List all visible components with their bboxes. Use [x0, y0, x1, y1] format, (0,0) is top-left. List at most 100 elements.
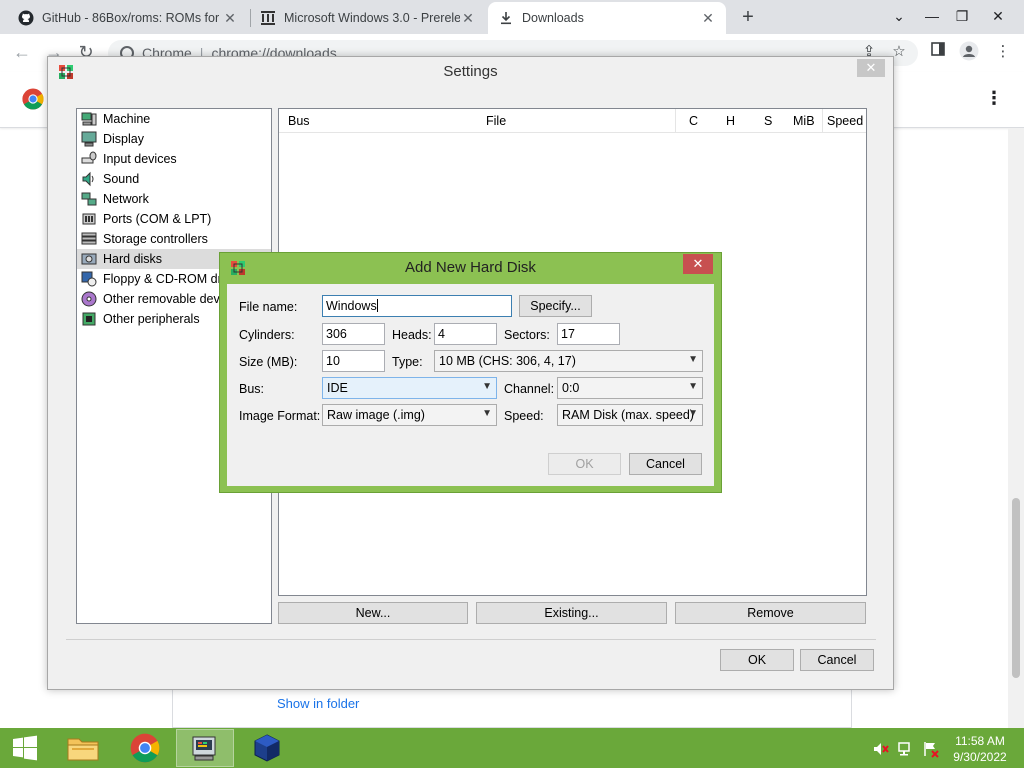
folder-icon: [67, 738, 99, 761]
tab-github[interactable]: GitHub - 86Box/roms: ROMs for ✕: [8, 2, 248, 34]
type-value: 10 MB (CHS: 306, 4, 17): [439, 354, 576, 368]
file-name-value: Windows: [326, 299, 377, 313]
86box-taskbar-button[interactable]: [176, 729, 234, 767]
column-c[interactable]: C: [689, 114, 698, 128]
network-tray-icon[interactable]: [897, 740, 915, 758]
download-item-card: [172, 688, 852, 728]
sectors-label: Sectors:: [504, 328, 550, 342]
column-h[interactable]: H: [726, 114, 735, 128]
removable-devices-icon: [81, 291, 97, 307]
image-format-value: Raw image (.img): [327, 408, 425, 422]
ports-icon: [82, 213, 96, 225]
category-ports[interactable]: Ports (COM & LPT): [77, 209, 271, 229]
category-label: Hard disks: [103, 252, 163, 266]
chevron-down-icon: ▼: [482, 381, 492, 392]
minimize-icon[interactable]: —: [918, 3, 946, 29]
column-speed[interactable]: Speed: [827, 114, 863, 128]
category-sound[interactable]: Sound: [77, 169, 271, 189]
new-tab-button[interactable]: +: [738, 6, 758, 28]
cube-app-icon: [254, 734, 280, 762]
category-display[interactable]: Display: [77, 129, 271, 149]
new-hard-disk-button[interactable]: New...: [278, 602, 468, 624]
heads-label: Heads:: [392, 328, 432, 342]
chrome-taskbar-button[interactable]: [116, 729, 174, 767]
profile-avatar[interactable]: [958, 41, 980, 63]
chrome-menu-icon[interactable]: ⋮: [992, 41, 1014, 63]
sectors-input[interactable]: 17: [557, 323, 620, 345]
category-label: Other peripherals: [103, 312, 200, 326]
settings-close-button[interactable]: ✕: [857, 59, 885, 77]
add-hard-disk-ok-button[interactable]: OK: [548, 453, 621, 475]
category-label: Display: [103, 132, 144, 146]
back-icon[interactable]: ←: [10, 40, 34, 64]
bus-select[interactable]: IDE ▼: [322, 377, 497, 399]
category-input-devices[interactable]: Input devices: [77, 149, 271, 169]
tab-downloads[interactable]: Downloads ✕: [488, 2, 726, 34]
other-peripherals-icon: [82, 312, 96, 326]
floppy-cdrom-icon: [81, 271, 97, 287]
86box-manager-icon: [192, 736, 216, 761]
github-icon: [18, 10, 34, 26]
heads-input[interactable]: 4: [434, 323, 497, 345]
add-hard-disk-close-button[interactable]: ✕: [683, 254, 713, 274]
size-label: Size (MB):: [239, 355, 298, 369]
close-tab-icon[interactable]: ✕: [222, 10, 238, 27]
type-select[interactable]: 10 MB (CHS: 306, 4, 17) ▼: [434, 350, 703, 372]
settings-ok-button[interactable]: OK: [720, 649, 794, 671]
category-label: Machine: [103, 112, 151, 126]
clock-time: 11:58 AM: [955, 734, 1005, 748]
category-label: Storage controllers: [103, 232, 208, 246]
category-network[interactable]: Network: [77, 189, 271, 209]
downloads-more-icon[interactable]: ⋮: [985, 88, 1003, 109]
system-clock[interactable]: 11:58 AM 9/30/2022: [940, 733, 1020, 765]
hard-disks-icon: [81, 253, 97, 265]
cylinders-input[interactable]: 306: [322, 323, 385, 345]
size-input[interactable]: 10: [322, 350, 385, 372]
divider: [66, 639, 876, 640]
volume-muted-icon[interactable]: [872, 740, 890, 758]
type-label: Type:: [392, 355, 423, 369]
category-storage-controllers[interactable]: Storage controllers: [77, 229, 271, 249]
close-tab-icon[interactable]: ✕: [700, 10, 716, 27]
channel-label: Channel:: [504, 382, 555, 396]
remove-hard-disk-button[interactable]: Remove: [675, 602, 866, 624]
file-name-input[interactable]: Windows: [322, 295, 512, 317]
specify-button[interactable]: Specify...: [519, 295, 592, 317]
settings-cancel-button[interactable]: Cancel: [800, 649, 874, 671]
action-center-flag-icon[interactable]: [922, 740, 940, 758]
cylinders-label: Cylinders:: [239, 328, 295, 342]
close-tab-icon[interactable]: ✕: [460, 10, 476, 27]
column-mib[interactable]: MiB: [793, 114, 815, 128]
tab-windows-3[interactable]: Microsoft Windows 3.0 - Prerelea ✕: [250, 2, 486, 34]
restore-icon[interactable]: ❐: [948, 3, 976, 29]
channel-select[interactable]: 0:0 ▼: [557, 377, 703, 399]
show-in-folder-link[interactable]: Show in folder: [277, 696, 359, 711]
existing-hard-disk-button[interactable]: Existing...: [476, 602, 667, 624]
add-hard-disk-title: Add New Hard Disk: [405, 259, 536, 276]
tab-title: Downloads: [522, 11, 584, 25]
speed-label: Speed:: [504, 409, 544, 423]
display-icon: [81, 131, 97, 147]
close-window-icon[interactable]: ✕: [984, 3, 1012, 29]
channel-value: 0:0: [562, 381, 580, 395]
virtualbox-taskbar-button[interactable]: [238, 729, 296, 767]
start-button[interactable]: [0, 729, 50, 767]
column-file[interactable]: File: [486, 114, 506, 128]
windows-logo-icon: [13, 735, 37, 761]
file-explorer-taskbar-button[interactable]: [54, 729, 112, 767]
category-label: Network: [103, 192, 149, 206]
speed-select[interactable]: RAM Disk (max. speed) ▼: [557, 404, 703, 426]
column-s[interactable]: S: [764, 114, 772, 128]
bus-value: IDE: [327, 381, 348, 395]
add-hard-disk-cancel-button[interactable]: Cancel: [629, 453, 702, 475]
page-scrollbar[interactable]: [1008, 128, 1024, 728]
side-panel-icon[interactable]: [927, 41, 949, 63]
tab-search-icon[interactable]: ⌄: [885, 3, 913, 29]
category-label: Ports (COM & LPT): [103, 212, 212, 226]
chevron-down-icon: ▼: [688, 354, 698, 365]
category-machine[interactable]: Machine: [77, 109, 271, 129]
image-format-select[interactable]: Raw image (.img) ▼: [322, 404, 497, 426]
column-bus[interactable]: Bus: [288, 114, 310, 128]
archive-org-icon: [260, 10, 276, 26]
add-hard-disk-form: File name: Windows Specify... Cylinders:…: [227, 284, 714, 486]
